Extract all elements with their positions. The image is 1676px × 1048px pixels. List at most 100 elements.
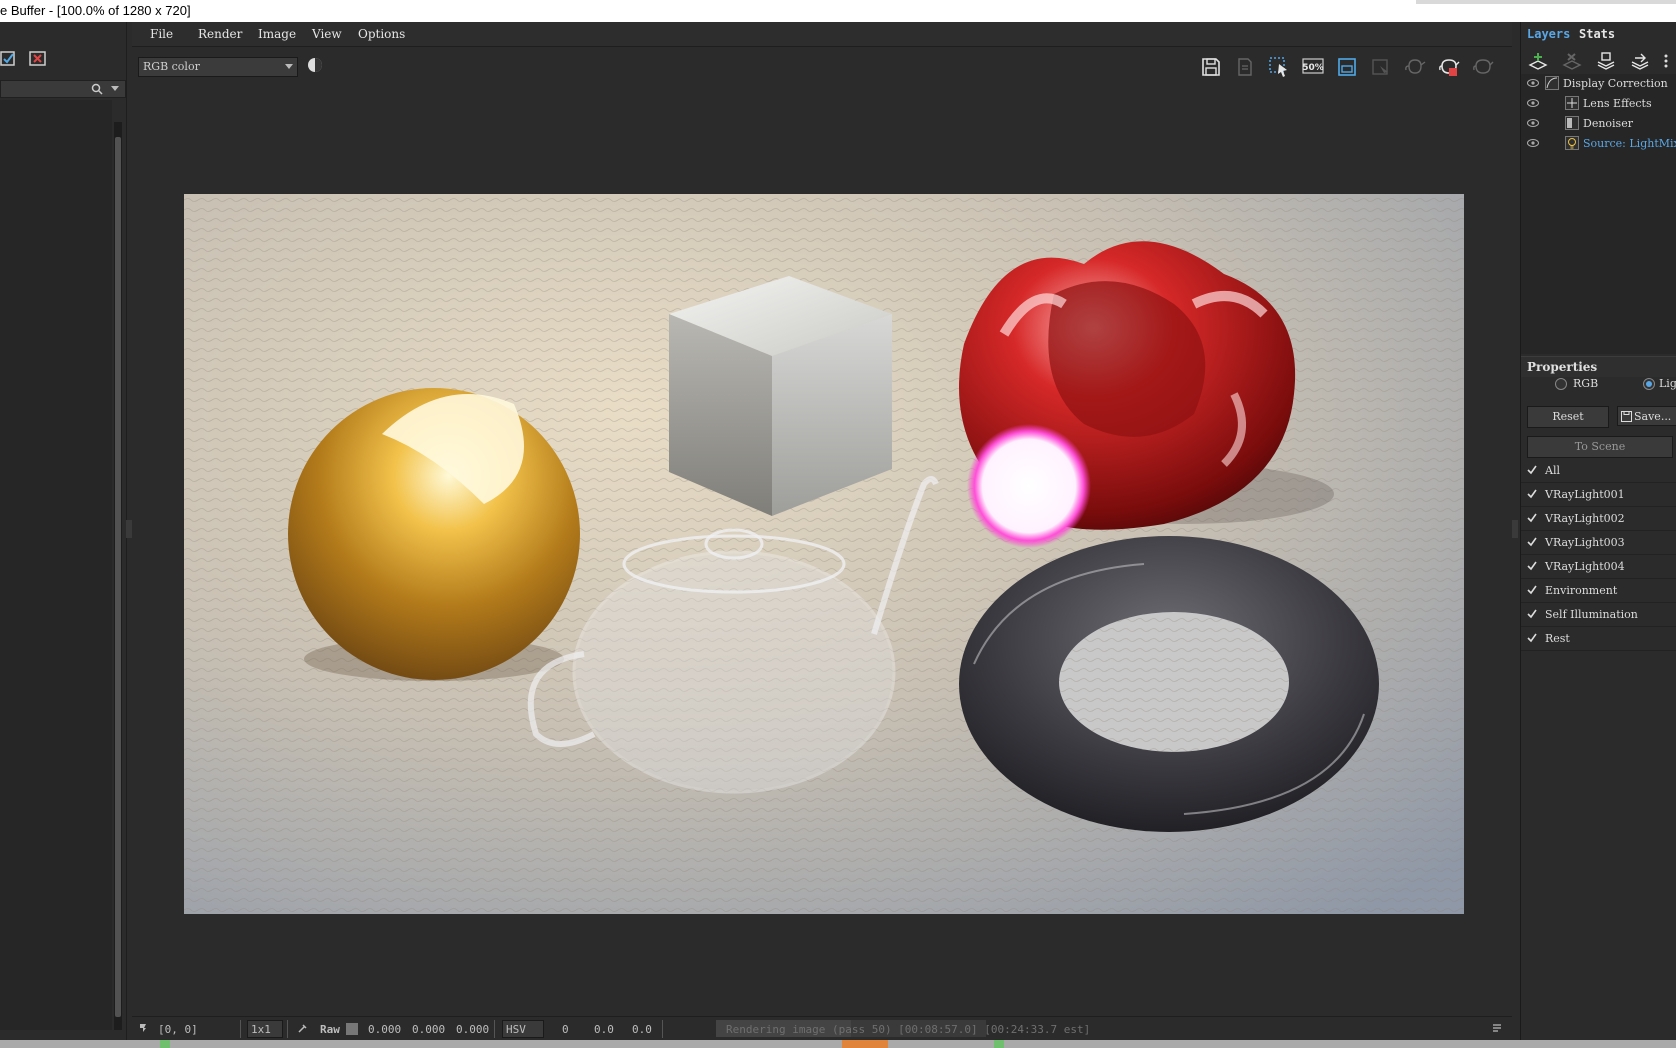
- light-label: VRayLight001: [1545, 488, 1625, 501]
- layer-label: Denoiser: [1583, 117, 1633, 130]
- checkmark-icon[interactable]: [1527, 537, 1537, 547]
- light-label: Self Illumination: [1545, 608, 1638, 621]
- save-preset-label: Save...: [1634, 410, 1672, 423]
- hsv-s-value: 0.0: [594, 1023, 614, 1036]
- zoom-50-icon[interactable]: 50%: [1302, 56, 1324, 78]
- checkmark-icon[interactable]: [1527, 465, 1537, 475]
- save-image-icon[interactable]: [1200, 56, 1222, 78]
- history-search-field[interactable]: [0, 80, 126, 98]
- channel-select[interactable]: RGB color: [138, 57, 298, 77]
- checkmark-icon[interactable]: [1527, 609, 1537, 619]
- checkmark-icon[interactable]: [1527, 561, 1537, 571]
- search-icon: [91, 83, 103, 95]
- layer-label: Source: LightMix: [1583, 137, 1676, 150]
- taskbar-strip: [0, 1040, 1676, 1048]
- render-image[interactable]: [184, 194, 1464, 914]
- chevron-down-icon: [285, 64, 293, 69]
- light-row[interactable]: Self Illumination: [1521, 604, 1676, 627]
- menu-file[interactable]: File: [150, 27, 173, 41]
- pin-icon[interactable]: [138, 1023, 148, 1033]
- chevron-down-icon[interactable]: [111, 86, 119, 92]
- layer-label: Lens Effects: [1583, 97, 1652, 110]
- save-history-icon[interactable]: [0, 50, 20, 68]
- zoom-50-label: 50%: [1302, 63, 1324, 73]
- teapot-icon[interactable]: [1404, 56, 1426, 78]
- menu-render[interactable]: Render: [198, 27, 242, 41]
- eye-icon[interactable]: [1527, 99, 1539, 107]
- layer-row-denoiser[interactable]: Denoiser: [1521, 114, 1676, 134]
- color-mode-select[interactable]: HSV: [502, 1020, 544, 1038]
- cursor-coords: [0, 0]: [158, 1023, 198, 1036]
- teapot-stop-icon[interactable]: [1438, 56, 1460, 78]
- mode-lightmix-label: Lig: [1659, 377, 1676, 390]
- delete-history-icon[interactable]: [28, 50, 48, 68]
- tab-layers[interactable]: Layers: [1527, 27, 1570, 41]
- reset-button[interactable]: Reset: [1527, 406, 1609, 428]
- light-row[interactable]: All: [1521, 460, 1676, 483]
- to-scene-button[interactable]: To Scene: [1527, 436, 1673, 458]
- sample-size-value: 1x1: [251, 1023, 271, 1036]
- light-row[interactable]: VRayLight003: [1521, 532, 1676, 555]
- track-mouse-icon[interactable]: [1370, 56, 1392, 78]
- layers-tree[interactable]: Display Correction Lens Effects Denoiser…: [1521, 74, 1676, 354]
- curve-icon: [1545, 76, 1559, 90]
- pixel-g-value: 0.000: [412, 1023, 446, 1036]
- save-layers-icon[interactable]: [1595, 50, 1617, 72]
- light-row[interactable]: Environment: [1521, 580, 1676, 603]
- eye-icon[interactable]: [1527, 79, 1539, 87]
- menu-image[interactable]: Image: [258, 27, 296, 41]
- light-label: Environment: [1545, 584, 1618, 597]
- pixel-color-swatch: [346, 1023, 358, 1035]
- checkmark-icon[interactable]: [1527, 489, 1537, 499]
- channel-select-value: RGB color: [143, 60, 200, 73]
- layer-row-source-lightmix[interactable]: Source: LightMix: [1521, 134, 1676, 154]
- menu-options[interactable]: Options: [358, 27, 405, 41]
- layer-row-display-correction[interactable]: Display Correction: [1521, 74, 1676, 94]
- properties-header: Properties: [1521, 356, 1676, 377]
- add-layer-icon[interactable]: [1527, 50, 1549, 72]
- more-options-icon[interactable]: [1661, 50, 1671, 72]
- light-row[interactable]: VRayLight004: [1521, 556, 1676, 579]
- right-splitter-handle[interactable]: [1512, 520, 1518, 538]
- hsv-h-value: 0: [562, 1023, 569, 1036]
- denoiser-icon: [1565, 116, 1579, 130]
- window-titlebar: e Buffer - [100.0% of 1280 x 720]: [0, 0, 1676, 22]
- raw-label: Raw: [320, 1023, 340, 1036]
- eye-icon[interactable]: [1527, 139, 1539, 147]
- history-list[interactable]: [0, 100, 112, 1030]
- menu-view[interactable]: View: [312, 27, 342, 41]
- checkmark-icon[interactable]: [1527, 585, 1537, 595]
- checkmark-icon[interactable]: [1527, 513, 1537, 523]
- light-row[interactable]: VRayLight001: [1521, 484, 1676, 507]
- light-row[interactable]: Rest: [1521, 628, 1676, 651]
- clone-icon[interactable]: [1234, 56, 1256, 78]
- load-layers-icon[interactable]: [1629, 50, 1651, 72]
- save-preset-button[interactable]: Save...: [1617, 406, 1676, 426]
- checkmark-icon[interactable]: [1527, 633, 1537, 643]
- log-icon[interactable]: [1492, 1023, 1502, 1033]
- mode-lightmix-radio[interactable]: [1643, 378, 1655, 390]
- eyedropper-icon[interactable]: [298, 1023, 308, 1033]
- scrollbar-thumb[interactable]: [115, 137, 121, 1017]
- layers-panel: Layers Stats Display Correction Lens Eff…: [1520, 22, 1676, 1040]
- region-select-icon[interactable]: [1268, 56, 1290, 78]
- hsv-v-value: 0.0: [632, 1023, 652, 1036]
- delete-layer-icon[interactable]: [1561, 50, 1583, 72]
- fit-view-icon[interactable]: [1336, 56, 1358, 78]
- eye-icon[interactable]: [1527, 119, 1539, 127]
- mode-rgb-radio[interactable]: [1555, 378, 1567, 390]
- lens-effects-icon: [1565, 96, 1579, 110]
- floppy-icon: [1621, 411, 1632, 422]
- color-mode-value: HSV: [506, 1023, 526, 1036]
- light-row[interactable]: VRayLight002: [1521, 508, 1676, 531]
- window-title: e Buffer - [100.0% of 1280 x 720]: [0, 3, 191, 18]
- layer-row-lens-effects[interactable]: Lens Effects: [1521, 94, 1676, 114]
- color-mode-icon[interactable]: [308, 58, 322, 72]
- teapot-render-icon[interactable]: [1472, 56, 1494, 78]
- history-panel: [0, 22, 127, 1040]
- panel-tabs: Layers Stats: [1521, 24, 1676, 44]
- tab-stats[interactable]: Stats: [1579, 27, 1615, 41]
- sample-size-select[interactable]: 1x1: [247, 1020, 283, 1038]
- lightbulb-icon: [1565, 136, 1579, 150]
- history-scrollbar[interactable]: [114, 122, 122, 1030]
